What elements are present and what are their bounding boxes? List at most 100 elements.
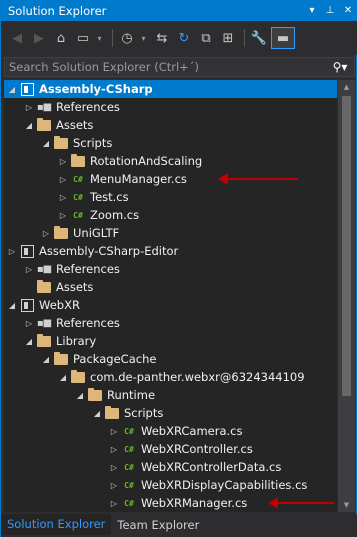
tree-item-label: PackageCache [73, 352, 157, 366]
properties-icon[interactable]: 🔧 [249, 27, 269, 49]
folder-icon [52, 224, 70, 242]
tree-item-label: Scripts [124, 406, 164, 420]
search-box[interactable]: ⚲▾ [4, 57, 355, 77]
collapsed-arrow-icon[interactable]: ▷ [57, 170, 69, 188]
tree-item[interactable]: ▷ Assembly-CSharp-Editor [4, 242, 337, 260]
csharp-file-icon: C# [73, 210, 83, 220]
tree-item-label: WebXR [39, 298, 80, 312]
expanded-arrow-icon[interactable]: ◢ [74, 386, 86, 404]
tree-item-label: MenuManager.cs [90, 172, 187, 186]
expanded-arrow-icon[interactable]: ◢ [91, 404, 103, 422]
collapsed-arrow-icon[interactable]: ▷ [23, 98, 35, 116]
tree-item[interactable]: ◢ Scripts [4, 404, 337, 422]
references-icon: ▪■ [36, 317, 52, 329]
collapsed-arrow-icon[interactable]: ▷ [57, 152, 69, 170]
collapsed-arrow-icon[interactable]: ▷ [108, 422, 120, 440]
tree-item[interactable]: ▷ C# WebXRController.cs [4, 440, 337, 458]
tree-item[interactable]: ▷ C# WebXRControllerData.cs [4, 458, 337, 476]
collapsed-arrow-icon[interactable]: ▷ [108, 476, 120, 494]
tree-item-label: Scripts [73, 136, 113, 150]
tree-item[interactable]: ▷ C# Test.cs [4, 188, 337, 206]
collapsed-arrow-icon[interactable]: ▷ [57, 188, 69, 206]
folder-icon [52, 134, 70, 152]
close-icon[interactable]: ✕ [340, 0, 356, 21]
expanded-arrow-icon[interactable]: ◢ [6, 296, 18, 314]
folder-icon [69, 152, 87, 170]
tree-item-label: References [56, 316, 120, 330]
collapse-all-icon[interactable]: ⧉ [196, 27, 216, 49]
tree-item-label: WebXRDisplayCapabilities.cs [141, 478, 308, 492]
expanded-arrow-icon[interactable]: ◢ [57, 368, 69, 386]
scroll-down-icon[interactable]: ▼ [338, 498, 355, 512]
expanded-arrow-icon[interactable]: ◢ [40, 134, 52, 152]
sync-icon[interactable]: ▭ [73, 27, 93, 49]
collapsed-arrow-icon[interactable]: ▷ [40, 224, 52, 242]
tree-item[interactable]: ◢ Library [4, 332, 337, 350]
tree-item[interactable]: ▷ C# WebXRCamera.cs [4, 422, 337, 440]
collapsed-arrow-icon[interactable]: ▷ [6, 242, 18, 260]
tree-item-label: Zoom.cs [90, 208, 140, 222]
history-icon[interactable]: ◷ [117, 27, 137, 49]
tree-item-label: com.de-panther.webxr@6324344109 [90, 370, 305, 384]
refresh-icon[interactable]: ↻ [174, 27, 194, 49]
expanded-arrow-icon[interactable]: ◢ [40, 350, 52, 368]
tree-item[interactable]: ▷ ▪■ References [4, 314, 337, 332]
csharp-file-icon: C# [124, 426, 134, 436]
tree-item[interactable]: ◢ WebXR [4, 296, 337, 314]
folder-icon [69, 368, 87, 386]
tree-item[interactable]: ◢ Assembly-CSharp [4, 80, 337, 98]
tree-item[interactable]: ◢ Scripts [4, 134, 337, 152]
window-menu-dropdown-icon[interactable]: ▾ [304, 0, 320, 21]
pending-changes-icon[interactable]: ⇆ [152, 27, 172, 49]
tab-solution-explorer[interactable]: Solution Explorer [1, 514, 112, 535]
collapsed-arrow-icon[interactable]: ▷ [23, 260, 35, 278]
window-title: Solution Explorer [8, 3, 107, 18]
collapsed-arrow-icon[interactable]: ▷ [108, 440, 120, 458]
tree-item[interactable]: ◢ Assets [4, 116, 337, 134]
tree-item-label: Assembly-CSharp-Editor [39, 244, 179, 258]
tree-item[interactable]: ▷ ▪■ References [4, 260, 337, 278]
tree-item[interactable]: Assets [4, 278, 337, 296]
pin-icon[interactable]: ⊥ [322, 0, 338, 21]
tree-item[interactable]: ▷ C# WebXRDisplayCapabilities.cs [4, 476, 337, 494]
tree-item[interactable]: ◢ PackageCache [4, 350, 337, 368]
toolbar: ◀ ▶ ⌂ ▭ ▾ ◷ ▾ ⇆ ↻ ⧉ ⊞ 🔧 ▬ [1, 21, 357, 55]
vertical-scrollbar[interactable]: ▲ ▼ [338, 80, 355, 512]
csharp-file-icon: C# [73, 174, 83, 184]
tree-item[interactable]: ◢ com.de-panther.webxr@6324344109 [4, 368, 337, 386]
csharp-file-icon: C# [73, 192, 83, 202]
tree-item[interactable]: ▷ RotationAndScaling [4, 152, 337, 170]
scrollbar-thumb[interactable] [342, 96, 351, 396]
collapsed-arrow-icon[interactable]: ▷ [108, 458, 120, 476]
search-input[interactable] [9, 60, 326, 74]
expanded-arrow-icon[interactable]: ◢ [23, 116, 35, 134]
tree-item-label: References [56, 262, 120, 276]
back-icon[interactable]: ◀ [7, 27, 27, 49]
scroll-up-icon[interactable]: ▲ [338, 80, 355, 94]
sync-dropdown-icon[interactable]: ▾ [95, 27, 104, 49]
project-icon [18, 296, 36, 314]
tree-item[interactable]: ▷ UniGLTF [4, 224, 337, 242]
tree-item-label: Library [56, 334, 97, 348]
collapsed-arrow-icon[interactable]: ▷ [57, 206, 69, 224]
forward-icon[interactable]: ▶ [29, 27, 49, 49]
collapsed-arrow-icon[interactable]: ▷ [23, 314, 35, 332]
tree-item[interactable]: ▷ C# WebXRManager.cs [4, 494, 337, 512]
bottom-tabs: Solution Explorer Team Explorer [1, 514, 357, 537]
tree-item[interactable]: ◢ Runtime [4, 386, 337, 404]
annotation-arrow [218, 173, 298, 185]
search-icon[interactable]: ⚲▾ [326, 60, 354, 74]
expanded-arrow-icon[interactable]: ◢ [23, 332, 35, 350]
annotation-arrow [268, 497, 334, 509]
collapsed-arrow-icon[interactable]: ▷ [108, 494, 120, 512]
tree-item[interactable]: ▷ C# Zoom.cs [4, 206, 337, 224]
preview-icon[interactable]: ▬ [271, 27, 295, 49]
history-dropdown-icon[interactable]: ▾ [139, 27, 148, 49]
tree-item-label: WebXRControllerData.cs [141, 460, 282, 474]
tree-item[interactable]: ▷ ▪■ References [4, 98, 337, 116]
home-icon[interactable]: ⌂ [51, 27, 71, 49]
tab-team-explorer[interactable]: Team Explorer [111, 514, 206, 535]
tree-item[interactable]: ▷ C# MenuManager.cs [4, 170, 337, 188]
show-all-files-icon[interactable]: ⊞ [218, 27, 238, 49]
expanded-arrow-icon[interactable]: ◢ [6, 80, 18, 98]
